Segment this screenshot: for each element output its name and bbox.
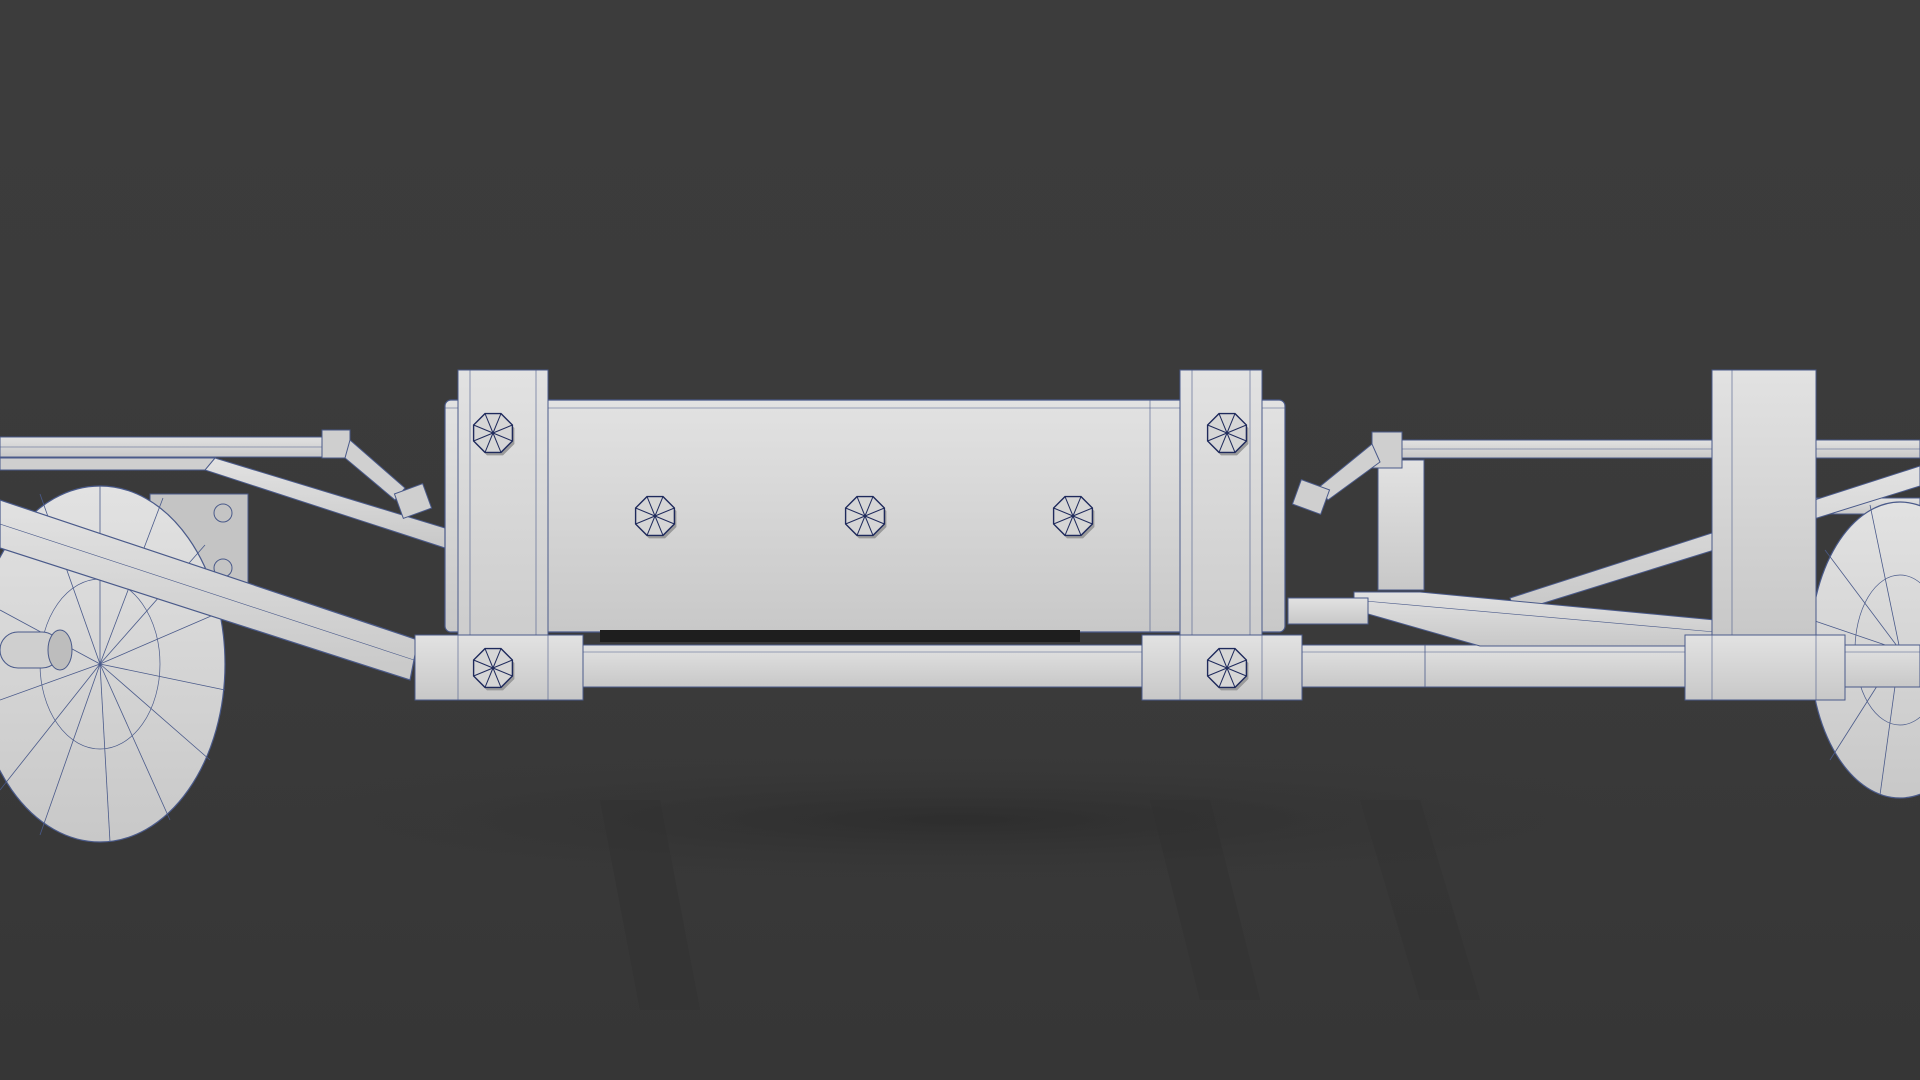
render-viewport [0,0,1920,1080]
post-right [1711,369,1817,636]
right-link-bar [1287,597,1369,625]
bracket-right [1684,634,1846,701]
cart-render [0,0,1920,1080]
upper-rail-left [0,436,341,458]
upper-rail-right [1379,439,1920,459]
